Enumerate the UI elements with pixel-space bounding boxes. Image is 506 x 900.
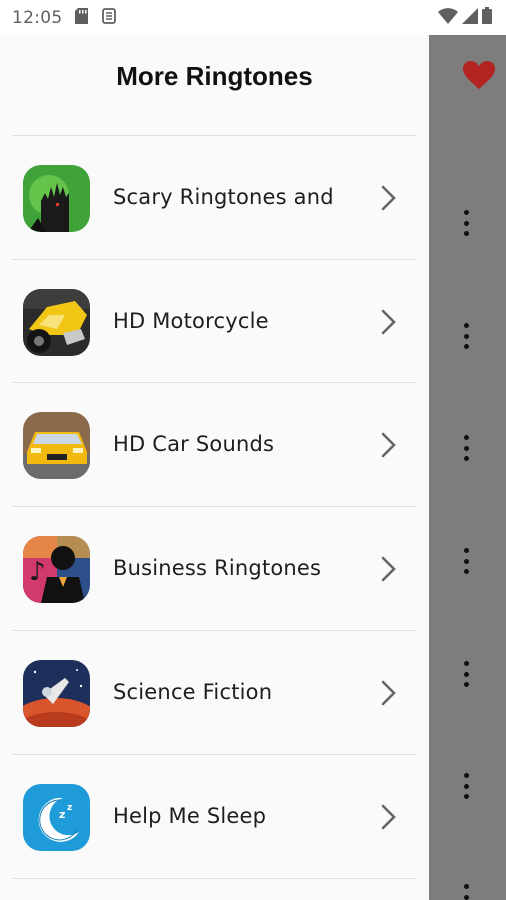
battery-icon <box>482 7 492 28</box>
svg-text:z: z <box>67 803 72 813</box>
list-item-scary-ringtones[interactable]: Scary Ringtones and <box>0 136 429 259</box>
sd-card-icon <box>74 7 88 28</box>
list-item-science-fiction[interactable]: Science Fiction <box>0 631 429 754</box>
chevron-right-icon <box>378 678 400 708</box>
more-vert-icon[interactable] <box>459 435 473 461</box>
heart-icon[interactable] <box>462 60 496 90</box>
more-vert-icon[interactable] <box>459 661 473 687</box>
more-vert-icon[interactable] <box>459 210 473 236</box>
chevron-right-icon <box>378 307 400 337</box>
list-item-business-ringtones[interactable]: ♪ Business Ringtones <box>0 507 429 630</box>
more-vert-icon[interactable] <box>459 884 473 900</box>
list-item-hd-car-sounds[interactable]: HD Car Sounds <box>0 383 429 506</box>
more-vert-icon[interactable] <box>459 323 473 349</box>
item-label: Help Me Sleep <box>113 804 267 828</box>
more-vert-icon[interactable] <box>459 548 473 574</box>
item-label: Science Fiction <box>113 680 273 704</box>
business-app-icon: ♪ <box>23 536 90 603</box>
more-ringtones-drawer: More Ringtones Scary Ringtones and HD Mo… <box>0 35 429 900</box>
more-vert-icon[interactable] <box>459 773 473 799</box>
chevron-right-icon <box>378 183 400 213</box>
svg-text:♪: ♪ <box>29 557 46 587</box>
divider <box>12 878 416 879</box>
item-label: Scary Ringtones and <box>113 185 334 209</box>
chevron-right-icon <box>378 554 400 584</box>
item-label: HD Motorcycle <box>113 309 269 333</box>
motorcycle-app-icon <box>23 289 90 356</box>
sync-icon <box>101 7 116 28</box>
scary-app-icon <box>23 165 90 232</box>
list-item-help-me-sleep[interactable]: z z Help Me Sleep <box>0 755 429 878</box>
wifi-icon <box>438 7 458 28</box>
car-app-icon <box>23 412 90 479</box>
svg-text:z: z <box>59 808 65 821</box>
sleep-app-icon: z z <box>23 784 90 851</box>
scifi-app-icon <box>23 660 90 727</box>
item-label: Business Ringtones <box>113 556 322 580</box>
list-item-hd-motorcycle[interactable]: HD Motorcycle <box>0 260 429 383</box>
chevron-right-icon <box>378 430 400 460</box>
status-bar: 12:05 <box>0 0 506 35</box>
drawer-title: More Ringtones <box>116 61 313 91</box>
status-time: 12:05 <box>12 7 63 28</box>
chevron-right-icon <box>378 802 400 832</box>
signal-icon <box>462 7 478 28</box>
item-label: HD Car Sounds <box>113 432 275 456</box>
